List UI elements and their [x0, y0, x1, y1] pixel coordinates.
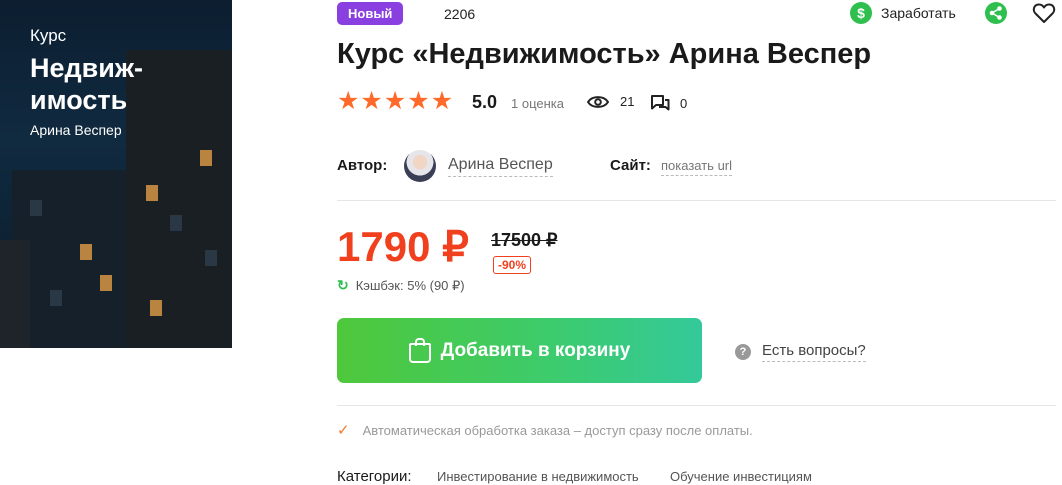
- new-badge: Новый: [337, 2, 404, 25]
- rating-stars[interactable]: ★ ★ ★ ★ ★: [337, 87, 454, 115]
- add-to-cart-label: Добавить в корзину: [440, 339, 631, 361]
- cover-window: [200, 150, 212, 166]
- comments-count: 0: [680, 95, 688, 111]
- share-icon: [989, 6, 1002, 20]
- check-icon: ✓: [337, 422, 350, 439]
- comments-counter[interactable]: 0: [649, 93, 687, 113]
- category-link[interactable]: Обучение инвестициям: [670, 469, 812, 484]
- cover-window: [170, 215, 182, 231]
- cover-author: Арина Веспер: [30, 122, 122, 138]
- show-url-link[interactable]: показать url: [661, 158, 733, 176]
- site-label: Сайт:: [610, 157, 651, 174]
- favorite-button[interactable]: [1032, 2, 1056, 24]
- cover-window: [30, 200, 42, 216]
- cover-window: [150, 300, 162, 316]
- cover-window: [80, 244, 92, 260]
- auto-processing-note: ✓ Автоматическая обработка заказа – дост…: [337, 421, 753, 439]
- eye-icon: [587, 95, 609, 108]
- questions-label: Есть вопросы?: [762, 342, 866, 362]
- cover-building: [0, 240, 30, 348]
- product-title: Курс «Недвижимость» Арина Веспер: [337, 38, 872, 70]
- share-button[interactable]: [985, 2, 1007, 24]
- avatar[interactable]: [404, 150, 436, 182]
- star-icon: ★: [407, 87, 430, 115]
- categories-label: Категории:: [337, 468, 412, 485]
- cover-window: [100, 275, 112, 291]
- old-price: 17500 ₽: [491, 230, 558, 250]
- heart-icon: [1032, 3, 1056, 23]
- cover-window: [205, 250, 217, 266]
- refresh-icon: ↻: [337, 277, 349, 293]
- views-count: 21: [620, 94, 635, 109]
- cover-label: Курс: [30, 26, 67, 45]
- divider: [337, 405, 1056, 406]
- current-price: 1790 ₽: [337, 223, 469, 270]
- cover-window: [50, 290, 62, 306]
- product-cover[interactable]: Курс Недвиж-имость Арина Веспер: [0, 0, 232, 348]
- star-icon: ★: [337, 87, 360, 115]
- auto-processing-text: Автоматическая обработка заказа – доступ…: [362, 422, 753, 438]
- dollar-coin-icon: $: [850, 2, 872, 24]
- comment-icon: [651, 95, 670, 111]
- author-link[interactable]: Арина Веспер: [448, 156, 553, 177]
- shopping-bag-icon: [408, 337, 431, 363]
- category-link[interactable]: Инвестирование в недвижимость: [437, 469, 639, 484]
- rating-value: 5.0: [472, 92, 498, 112]
- cashback-info: ↻ Кэшбэк: 5% (90 ₽): [337, 277, 465, 294]
- earn-link[interactable]: $ Заработать: [850, 2, 956, 24]
- star-icon: ★: [360, 87, 383, 115]
- divider: [337, 200, 1056, 201]
- questions-link[interactable]: ? Есть вопросы?: [735, 342, 866, 362]
- star-icon: ★: [383, 87, 407, 115]
- cover-title: Недвиж-имость: [30, 53, 143, 115]
- question-icon: ?: [735, 344, 751, 360]
- cover-building: [12, 170, 132, 348]
- rating-count[interactable]: 1 оценка: [511, 96, 564, 111]
- cashback-text: Кэшбэк: 5% (90 ₽): [355, 277, 465, 293]
- views-counter: 21: [587, 94, 634, 109]
- add-to-cart-button[interactable]: Добавить в корзину: [337, 318, 702, 383]
- author-label: Автор:: [337, 157, 388, 174]
- discount-badge: -90%: [493, 256, 532, 274]
- product-code: 2206: [444, 6, 476, 22]
- earn-label: Заработать: [881, 5, 956, 21]
- star-icon: ★: [430, 87, 454, 115]
- cover-window: [146, 185, 158, 201]
